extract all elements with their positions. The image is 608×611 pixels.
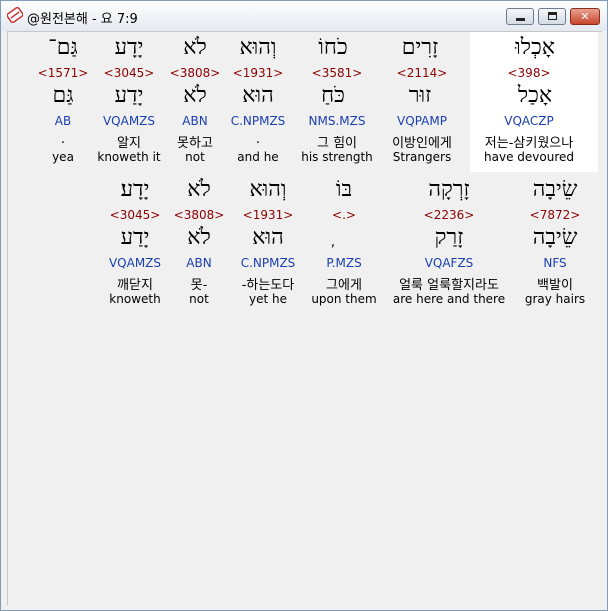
morph-code: ABN [182,114,208,128]
strong-number[interactable]: <3581> [312,66,363,80]
title-bar[interactable]: @원전본해 - 요 7:9 ✕ [1,1,607,31]
english-gloss: knoweth [109,292,161,306]
morph-code: VQAMZS [108,256,162,270]
english-gloss: yet he [249,292,287,306]
lemma-word[interactable]: כֹּחַ [321,82,345,108]
korean-gloss: 알지 [117,136,141,151]
korean-gloss: -하는도다 [241,278,295,293]
hebrew-word[interactable]: לֹא [187,176,211,202]
hebrew-word[interactable]: וְהוּא [239,34,276,60]
english-gloss: upon them [311,292,377,306]
korean-gloss: 얼룩 얼룩할지라도 [399,278,499,293]
morph-code: VQAFZS [424,256,474,270]
morph-code: VQAMZS [102,114,156,128]
korean-gloss: 저는-삼키웠으나 [484,136,574,151]
english-gloss: knoweth it [97,150,161,164]
lemma-word[interactable]: הוּא [242,82,274,108]
hebrew-word[interactable]: יָדָע׃ [121,176,150,202]
lemma-word[interactable]: זוּר [409,82,432,108]
korean-gloss: 깨닫지 [117,278,153,293]
lemma-word[interactable]: שֵׂיבָה [533,224,578,250]
hebrew-word[interactable]: וְהוּא [249,176,286,202]
hebrew-word[interactable]: כֹחוֹ [318,34,347,60]
app-window: @원전본해 - 요 7:9 ✕ אָכְלוּ <398> אָכַל VQAC… [0,0,608,611]
lemma-word[interactable]: יָדַע [115,82,144,108]
korean-gloss: 못- [190,278,208,293]
interlinear-panel: אָכְלוּ <398> אָכַל VQACZP 저는-삼키웠으나 have… [7,31,602,605]
morph-code: C.NPMZS [230,114,286,128]
close-button[interactable]: ✕ [570,8,600,25]
english-gloss: and he [237,150,279,164]
korean-gloss: 그에게 [326,278,362,293]
english-gloss: have devoured [484,150,574,164]
morph-code: VQPAMP [397,114,447,128]
korean-gloss: . [60,132,66,147]
english-gloss: not [189,292,209,306]
strong-number[interactable]: <3045> [104,66,155,80]
english-gloss: gray hairs [524,292,586,306]
hebrew-word[interactable]: בּוֹ [336,176,352,202]
strong-number[interactable]: <7872> [530,208,581,222]
strong-number[interactable]: <2236> [424,208,475,222]
close-icon: ✕ [580,10,590,23]
minimize-button[interactable] [506,8,534,25]
morph-code: ABN [186,256,212,270]
korean-gloss: 이방인에게 [392,136,452,151]
lemma-word[interactable]: אָכַל [518,82,552,108]
english-gloss: not [185,150,205,164]
strong-number[interactable]: <1931> [233,66,284,80]
korean-gloss: 못하고 [177,136,213,151]
strong-number[interactable]: <3045> [110,208,161,222]
morph-code: P.MZS [326,256,362,270]
maximize-button[interactable] [538,8,566,25]
hebrew-word[interactable]: יָדָע [115,34,144,60]
hebrew-word[interactable]: שֵׂיבָה [533,176,578,202]
strong-number[interactable]: <398> [507,66,550,80]
hebrew-word[interactable]: לֹא [183,34,207,60]
korean-gloss: 그 힘이 [316,136,358,151]
english-gloss: Strangers [392,150,452,164]
english-gloss: are here and there [392,292,506,306]
lemma-word[interactable]: לֹא [187,224,211,250]
strong-number[interactable]: <3808> [170,66,221,80]
hebrew-word[interactable]: אָכְלוּ [515,34,555,60]
strong-number[interactable]: <1931> [243,208,294,222]
lemma-word[interactable]: הוּא [252,224,284,250]
morph-code: AB [54,114,72,128]
hebrew-word[interactable]: גַּם־ [48,34,77,60]
hebrew-word[interactable]: זָרִים [402,34,438,60]
lemma-word[interactable]: יָדַע [121,224,150,250]
korean-gloss: . [255,132,261,147]
morph-code: NMS.MZS [308,114,366,128]
lemma-word[interactable]: , [331,235,335,250]
korean-gloss: 백발이 [537,278,573,293]
minimize-icon [516,18,525,21]
maximize-icon [548,12,557,20]
english-gloss: yea [52,150,74,164]
english-gloss: his strength [301,150,373,164]
strong-number[interactable]: <2114> [397,66,448,80]
strong-number[interactable]: <1571> [38,66,89,80]
morph-code: C.NPMZS [240,256,296,270]
lemma-word[interactable]: לֹא [183,82,207,108]
lemma-word[interactable]: גַּם [53,82,74,108]
strong-number[interactable]: <3808> [174,208,225,222]
morph-code: VQACZP [504,114,554,128]
morph-code: NFS [543,256,567,270]
strong-number[interactable]: <.> [332,208,356,222]
bible-app-icon [7,7,23,23]
hebrew-word[interactable]: זָרְקָה [428,176,469,202]
window-title: @원전본해 - 요 7:9 [27,12,138,27]
lemma-word[interactable]: זָרַק [435,224,464,250]
